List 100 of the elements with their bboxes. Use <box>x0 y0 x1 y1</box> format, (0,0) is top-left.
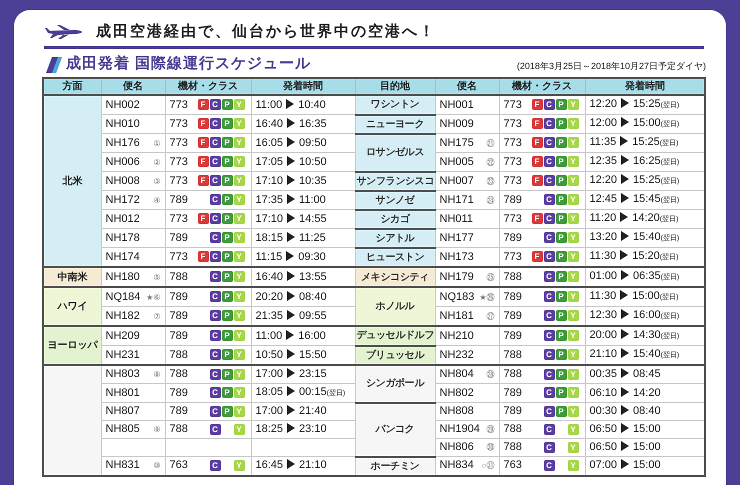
aircraft-type: 773 <box>504 212 523 226</box>
class-badge: C <box>544 175 554 186</box>
class-badge: F <box>532 251 542 262</box>
flight-number: NH802 <box>440 386 474 398</box>
region-cell: 中南米 <box>43 267 101 287</box>
class-badge: P <box>556 291 566 302</box>
class-badge: Y <box>234 387 244 398</box>
class-badge: Y <box>568 330 578 342</box>
destination-cell: ワシントン <box>355 95 435 114</box>
class-badge: C <box>210 349 220 360</box>
departure-time: 06:50 <box>590 423 618 435</box>
class-badge: F <box>532 99 542 110</box>
class-badge: C <box>544 349 554 360</box>
class-badge: Y <box>234 175 244 186</box>
class-badge: F <box>532 118 542 130</box>
destination-cell: ホノルル <box>355 287 435 326</box>
class-badge: P <box>556 310 566 322</box>
departure-time: 11:30 <box>590 290 616 302</box>
class-badge: P <box>222 99 232 110</box>
aircraft-type: 773 <box>170 174 189 188</box>
departure-time: 18:05 <box>256 386 284 398</box>
flight-number: NH834 <box>440 459 474 472</box>
flight-number: NH005 <box>440 156 474 168</box>
aircraft-type: 788 <box>170 367 189 382</box>
class-badge: C <box>544 99 554 110</box>
departure-time: 16:40 <box>256 270 284 282</box>
class-badge: C <box>544 368 554 380</box>
aircraft-type: 789 <box>504 230 523 246</box>
departure-time: 18:25 <box>256 423 284 435</box>
departure-time: 12:20 <box>590 98 618 110</box>
class-badge: F <box>532 213 542 224</box>
departure-time: 00:30 <box>590 405 618 417</box>
class-badge: F <box>198 251 208 262</box>
flight-number: NH181 <box>440 310 474 322</box>
class-badge: P <box>556 330 566 342</box>
arrival-time: 08:40 <box>633 405 661 417</box>
aircraft-type: 773 <box>170 212 189 226</box>
class-badge: Y <box>568 387 578 398</box>
class-badge: Y <box>234 310 244 322</box>
flight-number: NH174 <box>106 250 140 262</box>
flight-number: NH171 <box>440 194 474 206</box>
class-badge: P <box>556 137 566 148</box>
arrival-time: 21:10 <box>299 459 327 472</box>
arrival-time: 15:00 <box>632 290 660 302</box>
arrival-time: 16:00 <box>298 330 326 342</box>
aircraft-type: 773 <box>170 116 189 132</box>
class-badge: F <box>198 175 208 186</box>
destination-cell: メキシコシティ <box>355 267 435 287</box>
aircraft-type: 773 <box>170 136 189 150</box>
class-badge: Y <box>568 406 578 417</box>
departure-time: 21:10 <box>590 348 618 360</box>
departure-time: 12:20 <box>590 174 618 186</box>
class-badge: P <box>556 251 566 262</box>
class-badge: Y <box>568 156 578 168</box>
column-header: 発着時間 <box>251 78 355 95</box>
aircraft-type: 789 <box>170 290 189 304</box>
arrival-time: 15:25 <box>633 98 661 110</box>
arrival-time: 21:40 <box>299 405 327 417</box>
aircraft-type: 789 <box>504 404 523 419</box>
flight-number: NH210 <box>440 330 474 342</box>
class-badge: Y <box>234 194 244 206</box>
class-badge: P <box>556 213 566 224</box>
class-badge: C <box>210 175 220 186</box>
departure-time: 12:45 <box>590 193 618 205</box>
aircraft-type: 789 <box>170 192 189 208</box>
class-badge: Y <box>568 424 578 435</box>
class-badge: C <box>210 99 220 110</box>
class-badge: P <box>222 156 232 168</box>
departure-time: 11:20 <box>590 212 616 224</box>
arrival-time: 14:55 <box>299 212 327 224</box>
class-badge: Y <box>234 424 244 435</box>
arrival-time: 09:55 <box>299 310 327 322</box>
class-badge: C <box>544 387 554 398</box>
arrival-time: 16:35 <box>299 118 327 130</box>
class-badge: C <box>210 213 220 224</box>
destination-cell: シンガポール <box>355 365 435 402</box>
destination-cell: バンコク <box>355 402 435 456</box>
flight-note: ㉓ <box>486 176 494 188</box>
class-badge: P <box>556 175 566 186</box>
class-badge: C <box>544 213 554 224</box>
class-badge: C <box>210 387 220 398</box>
class-badge: Y <box>234 213 244 224</box>
flight-note: ⑦ <box>153 310 160 322</box>
class-badge: Y <box>568 175 578 186</box>
arrival-time: 15:25 <box>633 174 661 186</box>
aircraft-type: 773 <box>504 174 523 188</box>
flight-number: NH011 <box>440 212 473 224</box>
class-badge: C <box>210 424 220 435</box>
class-badge: P <box>222 194 232 206</box>
aircraft-type: 773 <box>504 98 523 112</box>
flight-note: ⑩ <box>153 460 160 472</box>
class-badge: C <box>210 232 220 244</box>
page-title: 成田空港経由で、仙台から世界中の空港へ！ <box>96 22 436 41</box>
column-header: 機材・クラス <box>499 78 585 95</box>
arrival-time: 15:00 <box>633 117 661 129</box>
class-badge: C <box>544 271 554 282</box>
departure-time: 16:45 <box>256 459 284 472</box>
class-badge: F <box>532 175 542 186</box>
arrival-time: 10:40 <box>298 98 326 110</box>
arrow-icon <box>287 459 296 470</box>
